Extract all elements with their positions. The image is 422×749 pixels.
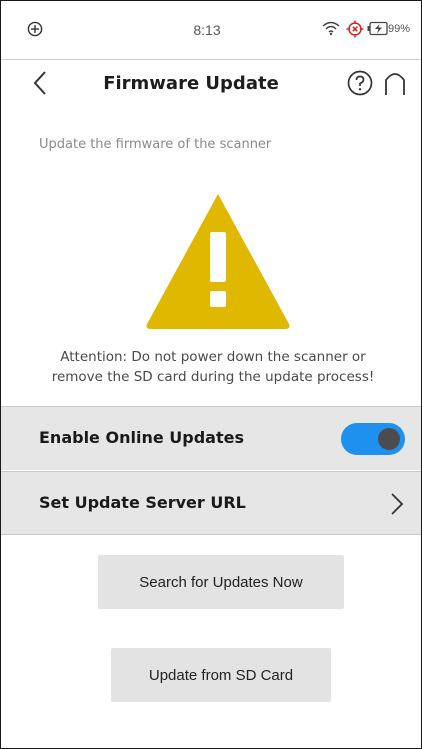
battery-percent: 99% [388, 23, 411, 35]
update-from-sd-card-button[interactable]: Update from SD Card [111, 648, 331, 702]
enable-online-updates-label: Enable Online Updates [39, 428, 244, 447]
attention-line-1: Attention: Do not power down the scanner… [60, 349, 366, 365]
attention-line-2: remove the SD card during the update pro… [51, 369, 375, 385]
page-title: Firmware Update [103, 73, 279, 94]
app-logo-icon [27, 21, 43, 37]
device-screen: 8:13 99% Firmware Update Update the firm… [0, 0, 422, 749]
attention-message: Attention: Do not power down the scanner… [21, 347, 405, 387]
warning-triangle-icon [146, 194, 290, 329]
online-updates-toggle[interactable] [341, 423, 405, 455]
gps-target-icon [346, 20, 364, 38]
search-for-updates-button[interactable]: Search for Updates Now [98, 555, 344, 609]
set-update-server-url-row[interactable]: Set Update Server URL [1, 471, 421, 535]
home-icon[interactable] [383, 70, 407, 96]
help-icon[interactable] [347, 70, 373, 96]
header: Firmware Update [1, 60, 421, 110]
status-bar: 8:13 99% [1, 1, 421, 60]
enable-online-updates-row[interactable]: Enable Online Updates [1, 406, 421, 470]
toggle-knob [378, 428, 400, 450]
status-time: 8:13 [193, 22, 221, 38]
wifi-icon [322, 21, 340, 36]
page-subtitle: Update the firmware of the scanner [39, 137, 272, 152]
back-arrow-icon[interactable] [27, 68, 53, 98]
set-update-server-url-label: Set Update Server URL [39, 493, 246, 512]
battery-charging-icon [367, 21, 388, 36]
chevron-right-icon [391, 493, 404, 515]
